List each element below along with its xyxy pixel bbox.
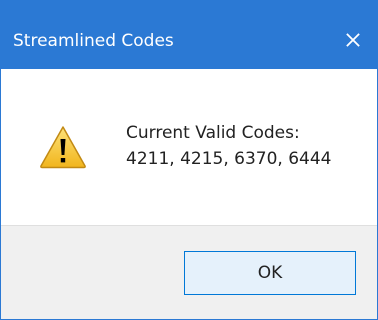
- window-title: Streamlined Codes: [13, 31, 174, 51]
- dialog-footer: OK: [1, 226, 377, 319]
- close-button[interactable]: [333, 23, 373, 57]
- title-bar[interactable]: Streamlined Codes: [1, 1, 377, 69]
- message-line-2: 4211, 4215, 6370, 6444: [126, 149, 332, 169]
- message-dialog: Streamlined Codes Current Valid Codes: 4…: [0, 0, 378, 320]
- close-icon: [346, 33, 360, 47]
- message-text: Current Valid Codes: 4211, 4215, 6370, 6…: [126, 120, 331, 172]
- warning-icon: [40, 126, 86, 169]
- dialog-content: Current Valid Codes: 4211, 4215, 6370, 6…: [1, 69, 377, 225]
- ok-button[interactable]: OK: [184, 251, 356, 295]
- message-line-1: Current Valid Codes:: [126, 123, 300, 143]
